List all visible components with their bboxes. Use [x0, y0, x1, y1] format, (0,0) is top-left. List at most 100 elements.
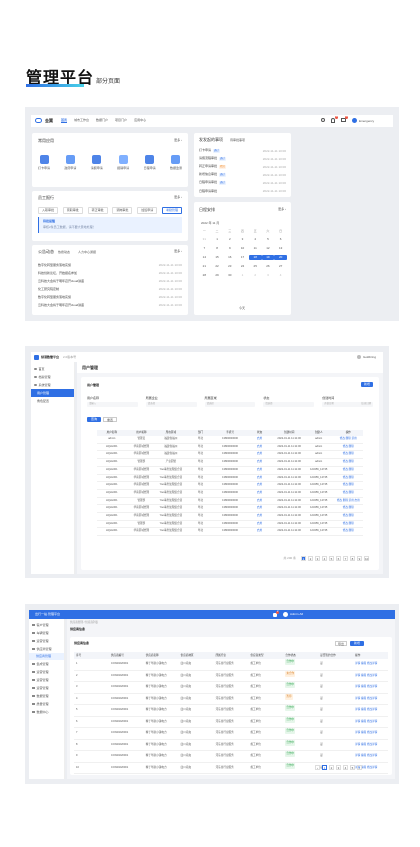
common-apps-more[interactable]: 更多 ›: [174, 139, 182, 142]
nav-item[interactable]: 数据门户: [96, 119, 108, 123]
sidebar-item[interactable]: 数据管理: [29, 692, 64, 700]
employee-tab[interactable]: 转正审批: [87, 207, 108, 214]
calendar-day[interactable]: 12: [262, 246, 275, 251]
table-cell[interactable]: 修改 删除: [334, 528, 364, 535]
nav-item[interactable]: 项目门户: [115, 119, 127, 123]
calendar-day[interactable]: 28: [198, 273, 211, 278]
page-number[interactable]: 5: [329, 556, 334, 561]
table-row[interactable]: admin 管理员 福建省福州 华北 13800000000 启用 2022-01-11 1…: [97, 436, 363, 444]
calendar-today-link[interactable]: 今天: [239, 307, 245, 310]
calendar-day[interactable]: 31: [198, 237, 211, 242]
calendar-day[interactable]: 1: [236, 273, 249, 278]
table-row[interactable]: HQHL001 华南区域经理 Yoo事务处理组合营 华北 13800000000 启用 20…: [97, 490, 363, 498]
table-cell[interactable]: 修改 删除 禁用: [334, 436, 364, 443]
table-row[interactable]: 6 CON20220001 精于华航小镇电力 四川南充 河东省行业服务 施工单位 合作中 是 详…: [74, 716, 388, 728]
employee-tab[interactable]: 调岗审批: [112, 207, 133, 214]
table-row[interactable]: HQHL001 华南区域经理 福建省福州 华北 13800000000 启用 2022-01…: [97, 451, 363, 460]
table-cell[interactable]: 详情 编辑 修改详情: [353, 682, 388, 693]
calendar-day[interactable]: 14: [198, 255, 211, 260]
app-shortcut[interactable]: 打卡申请: [38, 155, 50, 170]
notice-item[interactable]: 数字化转型服务落地实施 2022-11-11 10:00: [38, 261, 182, 269]
sidebar-item[interactable]: 车辆管理: [29, 629, 64, 637]
table-cell[interactable]: 修改 删除: [334, 490, 364, 497]
calendar-day[interactable]: 25: [249, 264, 262, 269]
employee-tab[interactable]: 考勤管理: [161, 207, 182, 214]
sidebar-item[interactable]: 用户管理: [31, 389, 74, 397]
reset-button[interactable]: 重置: [103, 417, 117, 422]
table-cell[interactable]: 修改 删除: [334, 482, 364, 489]
sidebar-item[interactable]: 运营管理: [29, 637, 64, 645]
calendar-day[interactable]: 6: [274, 237, 287, 242]
calendar-day[interactable]: 2: [223, 237, 236, 242]
nav-item[interactable]: 应用中心: [134, 119, 146, 123]
calendar-day[interactable]: 11: [249, 246, 262, 251]
filter-input[interactable]: 请选择: [145, 402, 197, 407]
table-cell[interactable]: 详情 编辑 修改详情: [353, 740, 388, 751]
calendar-day[interactable]: 23: [223, 264, 236, 269]
search-button[interactable]: 查询: [87, 417, 101, 422]
table-cell[interactable]: 详情 编辑 修改详情: [353, 659, 388, 670]
page-number[interactable]: 10: [364, 556, 369, 561]
calendar-day[interactable]: 4: [274, 273, 287, 278]
page-number[interactable]: 1: [301, 556, 306, 561]
calendar-day[interactable]: 19: [261, 255, 275, 260]
sidebar-item[interactable]: 系统管理: [31, 381, 74, 389]
table-cell[interactable]: 修改 删除: [334, 459, 364, 466]
calendar-day[interactable]: 20: [274, 255, 287, 260]
page-number[interactable]: 9: [357, 556, 362, 561]
sidebar-item[interactable]: 数据中心: [29, 708, 64, 716]
approval-item[interactable]: 新增信息审批 通过 2022-11-11 10:00: [199, 171, 286, 179]
table-row[interactable]: HQHL001 华南区域经理 福建省福州 华北 13800000000 启用 2022-01…: [97, 444, 363, 452]
calendar-day[interactable]: 30: [223, 273, 236, 278]
user-name[interactable]: Admin·A6: [290, 613, 303, 616]
table-cell[interactable]: 详情 编辑 修改详情: [353, 671, 388, 682]
mail-icon[interactable]: [341, 118, 346, 122]
calendar-day[interactable]: 29: [211, 273, 224, 278]
nav-item[interactable]: 首页: [61, 119, 68, 123]
page-number[interactable]: ‹: [315, 765, 320, 770]
add-supplier-button[interactable]: 新增: [350, 641, 364, 646]
calendar-day[interactable]: 1: [211, 237, 224, 242]
approval-item[interactable]: 转正申请审批 驳回 2022-11-11 10:00: [199, 163, 286, 171]
table-row[interactable]: HQHL001 管理部 Yoo事务处理组合营 华北 13800000000 启用 2022-…: [97, 521, 363, 529]
calendar-day[interactable]: 24: [236, 264, 249, 269]
filter-input[interactable]: 请输入: [87, 402, 138, 407]
employee-tab[interactable]: 加班申请: [137, 207, 158, 214]
approval-item[interactable]: 日程申请审批 通过 2022-11-11 10:00: [199, 179, 286, 187]
reminder-banner[interactable]: 待批提醒 审核2条员工数据，请不要大意地处理！: [38, 217, 182, 233]
table-cell[interactable]: 修改 删除: [334, 521, 364, 528]
sidebar-item[interactable]: 档案管理: [31, 373, 74, 381]
notice-item[interactable]: 云科技大会将于明年召开cloud讲座 2022-11-11 10:00: [38, 301, 182, 309]
table-row[interactable]: HQHL001 华南区域经理 Yoo事务处理组合营 华北 13800000000 启用 20…: [97, 475, 363, 483]
employee-tab[interactable]: 入职审批: [38, 207, 59, 214]
notice-item[interactable]: 云科技大会将于明年召开cloud讲座 2022-11-11 10:00: [38, 277, 182, 285]
table-cell[interactable]: 修改 删除 禁用 启用: [334, 498, 364, 505]
employee-tab[interactable]: 离职审批: [62, 207, 83, 214]
calendar-day[interactable]: 13: [274, 246, 287, 251]
page-number[interactable]: 5: [350, 765, 355, 770]
bell-icon[interactable]: [331, 118, 335, 123]
sidebar-item[interactable]: 运营管理: [29, 684, 64, 692]
page-number[interactable]: 4: [322, 556, 327, 561]
calendar-day[interactable]: 7: [198, 246, 211, 251]
user-name[interactable]: Goldbring: [363, 356, 376, 359]
sidebar-item[interactable]: 供应商管理: [29, 645, 64, 653]
page-number[interactable]: 2: [308, 556, 313, 561]
table-row[interactable]: 1 CON20220001 精于华航小镇电力 四川南充 河东省行业服务 施工单位 合作中是 详…: [74, 659, 388, 671]
notice-item[interactable]: 数字化转型服务落地实施 2022-11-11 10:00: [38, 293, 182, 301]
approval-item[interactable]: 日程申请审批 2022-11-11 10:00: [199, 187, 286, 195]
notice-item[interactable]: 科技创新论坛，开始报名参加 2022-11-11 10:00: [38, 269, 182, 277]
table-cell[interactable]: 详情 编辑 修改详情: [353, 717, 388, 728]
calendar-day[interactable]: 4: [249, 237, 262, 242]
table-row[interactable]: HQHL001 华南区域经理 Yoo事务处理组合营 华北 13800000000 启用 20…: [97, 482, 363, 490]
table-row[interactable]: HQHL001 管理部 产业园管 华北 13800000000 启用 2022-01-11 …: [97, 459, 363, 467]
table-row[interactable]: HQHL001 华南区域经理 Yoo事务处理组合营 华北 13800000000 启用 20…: [97, 528, 364, 537]
calendar-day[interactable]: 16: [223, 255, 236, 260]
calendar-day[interactable]: 22: [211, 264, 224, 269]
calendar-day[interactable]: 17: [236, 255, 249, 260]
avatar[interactable]: [357, 354, 361, 359]
table-cell[interactable]: 详情 编辑 修改详情: [353, 728, 388, 739]
calendar-day[interactable]: 10: [236, 246, 249, 251]
sidebar-item[interactable]: 集成管理: [29, 660, 64, 668]
table-cell[interactable]: 详情 编辑 修改详情: [353, 751, 388, 762]
